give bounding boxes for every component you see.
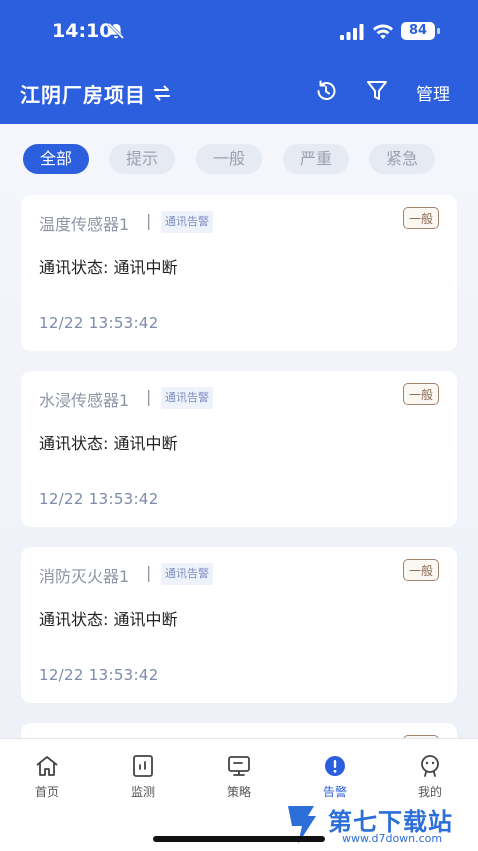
- title-separator: |: [146, 211, 152, 230]
- level-badge: 一般: [403, 383, 439, 405]
- alarm-time: 12/22 13:53:42: [39, 490, 159, 508]
- alarm-message: 通讯状态: 通讯中断: [39, 610, 178, 629]
- status-time: 14:10: [52, 20, 113, 42]
- status-bar: 14:10 84: [0, 0, 478, 62]
- manage-button[interactable]: 管理: [416, 80, 450, 105]
- title-separator: |: [146, 563, 152, 582]
- alarm-type-tag: 通讯告警: [161, 211, 213, 233]
- alarm-message: 通讯状态: 通讯中断: [39, 434, 178, 453]
- nav-monitor[interactable]: 监测: [113, 753, 173, 800]
- device-name: 水浸传感器1: [39, 391, 130, 410]
- profile-icon: [421, 755, 439, 777]
- tab-urgent[interactable]: 紧急: [369, 144, 435, 174]
- project-title[interactable]: 江阴厂房项目: [20, 79, 146, 108]
- switch-project-icon[interactable]: [152, 83, 172, 103]
- tab-all[interactable]: 全部: [23, 144, 89, 174]
- alarm-card[interactable]: 温度传感器1 | 通讯告警 一般 通讯状态: 通讯中断 12/22 13:53:…: [21, 195, 457, 351]
- nav-home[interactable]: 首页: [17, 753, 77, 800]
- alarm-list-area: 全部 提示 一般 严重 紧急 温度传感器1 | 通讯告警 一般 通讯状态: 通讯…: [0, 124, 478, 763]
- level-badge: 一般: [403, 207, 439, 229]
- alarm-time: 12/22 13:53:42: [39, 666, 159, 684]
- monitor-icon: [133, 755, 153, 777]
- home-indicator[interactable]: [153, 836, 325, 842]
- tab-serious[interactable]: 严重: [283, 144, 349, 174]
- tab-normal[interactable]: 一般: [196, 144, 262, 174]
- alarm-card[interactable]: 水浸传感器1 | 通讯告警 一般 通讯状态: 通讯中断 12/22 13:53:…: [21, 371, 457, 527]
- app-header: 江阴厂房项目 管理: [0, 62, 478, 124]
- alarm-type-tag: 通讯告警: [161, 387, 213, 409]
- wifi-icon: [373, 24, 393, 39]
- alarm-icon: [325, 756, 345, 776]
- alarm-card[interactable]: 消防灭火器1 | 通讯告警 一般 通讯状态: 通讯中断 12/22 13:53:…: [21, 547, 457, 703]
- device-name: 温度传感器1: [39, 215, 130, 234]
- level-badge: 一般: [403, 559, 439, 581]
- device-name: 消防灭火器1: [39, 567, 130, 586]
- bell-off-icon: [107, 22, 125, 40]
- watermark-url: www.d7down.com: [342, 832, 443, 845]
- strategy-icon: [228, 756, 250, 776]
- tab-hint[interactable]: 提示: [109, 144, 175, 174]
- nav-strategy[interactable]: 策略: [209, 753, 269, 800]
- nav-home-label: 首页: [34, 785, 59, 799]
- nav-strategy-label: 策略: [226, 785, 251, 799]
- title-separator: |: [146, 387, 152, 406]
- alarm-time: 12/22 13:53:42: [39, 314, 159, 332]
- battery-cap: [437, 28, 440, 34]
- home-icon: [36, 756, 58, 776]
- filter-icon[interactable]: [366, 79, 388, 103]
- battery-level: 84: [401, 22, 435, 40]
- nav-profile[interactable]: 我的: [400, 753, 460, 800]
- signal-icon: [340, 24, 364, 40]
- history-icon[interactable]: [314, 79, 338, 103]
- nav-alarm[interactable]: 告警: [305, 753, 365, 800]
- watermark: 第七下载站 www.d7down.com: [282, 798, 478, 850]
- alarm-type-tag: 通讯告警: [161, 563, 213, 585]
- nav-monitor-label: 监测: [130, 785, 155, 799]
- alarm-message: 通讯状态: 通讯中断: [39, 258, 178, 277]
